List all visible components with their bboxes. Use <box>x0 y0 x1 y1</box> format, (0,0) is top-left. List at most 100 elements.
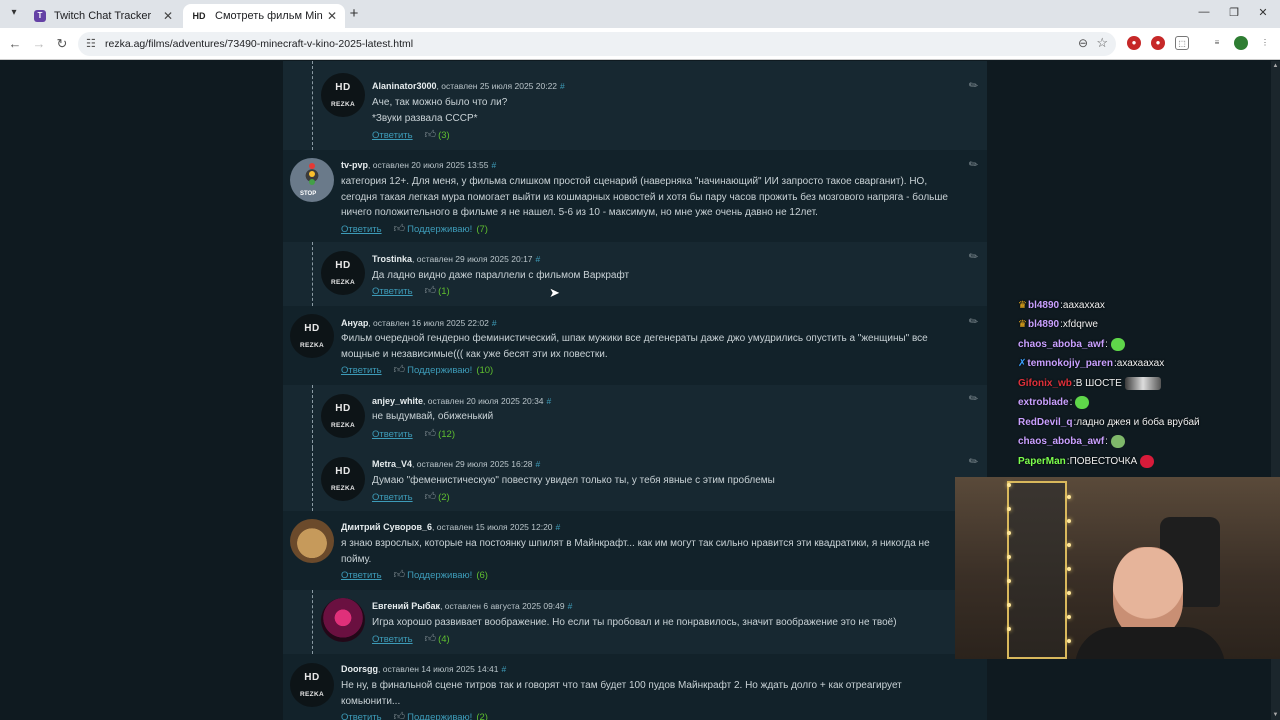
comment-author[interactable]: tv-pvp <box>341 160 368 170</box>
avatar[interactable]: HD REZKA <box>290 314 334 358</box>
reply-button[interactable]: Ответить <box>341 224 382 235</box>
chat-text: аахаххах <box>1062 299 1105 311</box>
report-icon[interactable]: ✎ <box>966 391 980 406</box>
avatar[interactable]: STOP <box>290 158 334 202</box>
thumb-up-icon[interactable]: 👍︎ <box>425 128 437 141</box>
avatar[interactable]: HD REZKA <box>321 457 365 501</box>
extensions-puzzle-icon[interactable]: ⬚ <box>1175 36 1189 50</box>
thumb-up-icon[interactable]: 👍︎ <box>394 363 406 376</box>
reply-button[interactable]: Ответить <box>372 429 413 440</box>
comment-item: HD REZKA Doorsgg, оставлен 14 июля 2025 1… <box>283 654 987 720</box>
permalink-hash[interactable]: # <box>492 160 497 170</box>
fairy-light <box>1067 519 1071 523</box>
reply-button[interactable]: Ответить <box>372 286 413 297</box>
thumb-up-icon[interactable]: 👍︎ <box>425 284 437 297</box>
reload-icon[interactable]: ↻ <box>54 36 70 52</box>
streamer-webcam <box>955 477 1280 659</box>
url-field[interactable]: ☷ rezka.ag/films/adventures/73490-minecr… <box>78 32 1116 56</box>
thumb-up-icon[interactable]: 👍︎ <box>425 490 437 503</box>
permalink-hash[interactable]: # <box>492 318 497 328</box>
permalink-hash[interactable]: # <box>502 664 507 674</box>
vote-count: (2) <box>438 492 450 503</box>
report-icon[interactable]: ✎ <box>966 78 980 93</box>
permalink-hash[interactable]: # <box>536 254 541 264</box>
extension-icon[interactable]: ● <box>1127 36 1141 50</box>
scroll-up-icon[interactable]: ▲ <box>1271 63 1280 69</box>
comment-header: Ануар, оставлен 16 июля 2025 22:02 # <box>341 318 497 328</box>
support-link[interactable]: Поддерживаю! <box>407 712 472 720</box>
thumb-up-icon[interactable]: 👍︎ <box>394 568 406 581</box>
chat-nick: temnokojiy_paren <box>1027 358 1113 369</box>
avatar[interactable]: HD REZKA <box>321 251 365 295</box>
comment-author[interactable]: Trostinka <box>372 254 412 264</box>
reply-button[interactable]: Ответить <box>341 570 382 581</box>
chat-nick: bl4890 <box>1027 319 1060 330</box>
chat-separator: : <box>1105 338 1108 350</box>
reading-list-icon[interactable]: ≡ <box>1210 36 1224 50</box>
thumb-up-icon[interactable]: 👍︎ <box>425 427 437 440</box>
vote-count: (10) <box>476 365 494 376</box>
comment-author[interactable]: Alaninator3000 <box>372 81 437 91</box>
reply-button[interactable]: Ответить <box>341 712 382 720</box>
window-close-icon[interactable]: ✕ <box>1256 6 1270 19</box>
back-icon[interactable]: ← <box>7 36 23 51</box>
reply-button[interactable]: Ответить <box>372 634 413 645</box>
avatar[interactable] <box>321 598 365 642</box>
menu-icon[interactable]: ⋮ <box>1258 36 1272 50</box>
avatar[interactable]: HD REZKA <box>321 73 365 117</box>
chat-separator: : <box>1069 397 1073 408</box>
comment-author[interactable]: Ануар <box>341 318 368 328</box>
chat-separator: : <box>1105 436 1108 447</box>
report-icon[interactable]: ✎ <box>966 249 980 264</box>
reply-button[interactable]: Ответить <box>372 130 413 141</box>
close-icon[interactable]: ✕ <box>163 9 173 23</box>
fairy-light <box>1067 495 1071 499</box>
thumb-up-icon[interactable]: 👍︎ <box>394 710 406 720</box>
report-icon[interactable]: ✎ <box>966 314 980 329</box>
comment-text: Аче, так можно было что ли? *Звуки развал… <box>372 97 508 124</box>
zoom-icon[interactable]: ⊖ <box>1078 36 1088 50</box>
thumb-up-icon[interactable]: 👍︎ <box>425 632 437 645</box>
avatar[interactable]: HD REZKA <box>290 663 334 707</box>
reply-button[interactable]: Ответить <box>372 492 413 503</box>
reply-button[interactable]: Ответить <box>341 365 382 376</box>
fairy-light <box>1067 615 1071 619</box>
permalink-hash[interactable]: # <box>560 81 565 91</box>
url-text: rezka.ag/films/adventures/73490-minecraf… <box>105 38 414 50</box>
support-link[interactable]: Поддерживаю! <box>407 365 472 376</box>
comment-item: HD REZKA Alaninator3000, оставлен 25 июля… <box>283 61 987 150</box>
tab-rezka-minecraft[interactable]: HD Смотреть фильм Minecraft в к ✕ <box>183 4 345 28</box>
new-tab-icon[interactable]: + <box>345 5 363 23</box>
comment-author[interactable]: Doorsgg <box>341 664 378 674</box>
scroll-down-icon[interactable]: ▼ <box>1271 712 1280 718</box>
comment-author[interactable]: Дмитрий Суворов_6 <box>341 522 432 532</box>
comment-author[interactable]: anjey_white <box>372 396 423 406</box>
restore-icon[interactable]: ❐ <box>1227 6 1241 19</box>
tab-twitch-chat-tracker[interactable]: T Twitch Chat Tracker ✕ <box>26 4 181 28</box>
minimize-icon[interactable]: — <box>1197 6 1211 18</box>
permalink-hash[interactable]: # <box>568 601 573 611</box>
support-link[interactable]: Поддерживаю! <box>407 224 472 235</box>
comment-author[interactable]: Metra_V4 <box>372 459 412 469</box>
support-link[interactable]: Поддерживаю! <box>407 570 472 581</box>
report-icon[interactable]: ✎ <box>966 157 980 172</box>
thumb-up-icon[interactable]: 👍︎ <box>394 222 406 235</box>
comment-author[interactable]: Евгений Рыбак <box>372 601 440 611</box>
chat-message: ♛ bl4890: аахаххах <box>1018 297 1105 313</box>
extension-icon[interactable]: ● <box>1151 36 1165 50</box>
report-icon[interactable]: ✎ <box>966 454 980 469</box>
profile-avatar[interactable] <box>1234 36 1248 50</box>
webcam-streamer-body <box>1075 627 1225 659</box>
permalink-hash[interactable]: # <box>556 522 561 532</box>
chat-nick: PaperMan <box>1018 455 1066 467</box>
avatar[interactable]: HD REZKA <box>321 394 365 438</box>
forward-icon[interactable]: → <box>31 36 47 51</box>
tab-search-icon[interactable]: ▾ <box>6 7 22 21</box>
permalink-hash[interactable]: # <box>547 396 552 406</box>
site-info-icon[interactable]: ☷ <box>86 37 96 50</box>
permalink-hash[interactable]: # <box>536 459 541 469</box>
bookmark-star-icon[interactable]: ☆ <box>1096 35 1108 51</box>
comment-text: Фильм очередной гендерно феминистический… <box>341 333 928 360</box>
avatar[interactable] <box>290 519 334 563</box>
close-icon[interactable]: ✕ <box>327 9 337 23</box>
